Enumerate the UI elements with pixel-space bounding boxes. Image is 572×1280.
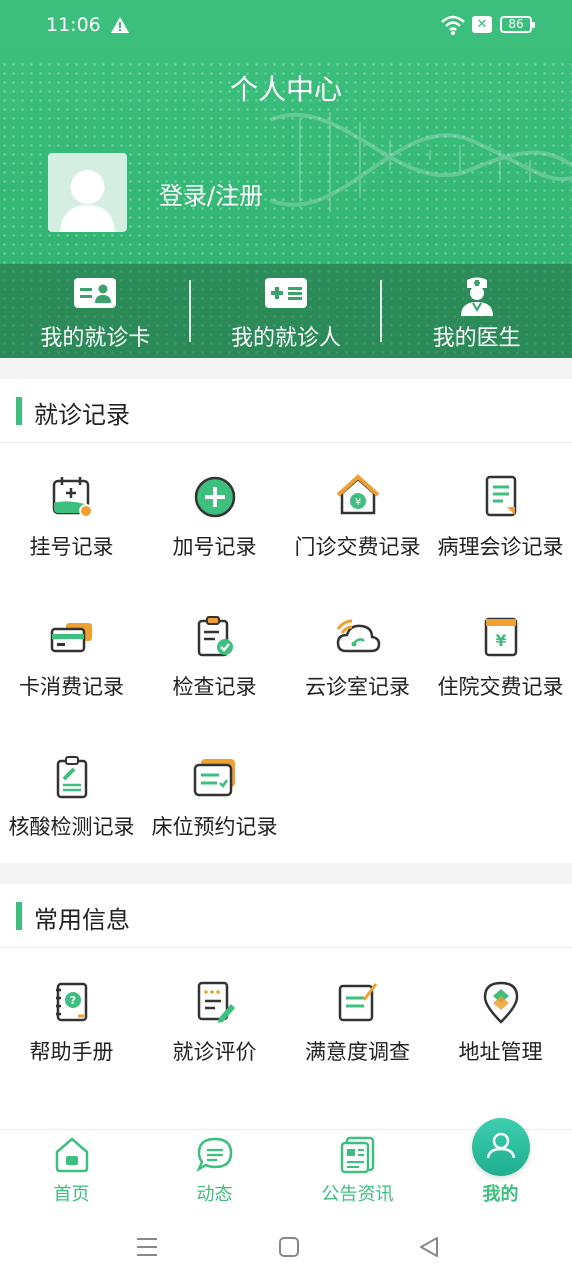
section-accent-bar: [16, 397, 22, 425]
bottom-tab-bar: 首页 动态 公告资讯 我的: [0, 1118, 572, 1219]
item-label: 门诊交费记录: [294, 535, 421, 559]
satisfaction-survey-item[interactable]: 满意度调查: [286, 948, 429, 1088]
inpatient-payment-records-item[interactable]: ¥ 住院交费记录: [429, 583, 572, 723]
quick-action-label: 我的就诊人: [231, 326, 342, 351]
bed-booking-icon: [193, 759, 235, 797]
item-label: 帮助手册: [29, 1040, 114, 1064]
my-doctor-button[interactable]: 我的医生: [381, 264, 572, 358]
location-pin-icon: [483, 981, 518, 1024]
outpatient-payment-icon: ¥: [336, 474, 379, 515]
svg-text:?: ?: [69, 994, 75, 1007]
clipboard-check-icon: [197, 616, 233, 657]
quick-action-label: 我的医生: [432, 326, 521, 351]
item-label: 满意度调查: [305, 1040, 410, 1064]
cloud-clinic-records-item[interactable]: 云诊室记录: [286, 583, 429, 723]
svg-text:¥: ¥: [354, 497, 360, 508]
item-label: 病理会诊记录: [437, 535, 564, 559]
quick-actions-bar: 我的就诊卡 我的就诊人 我的医生: [0, 264, 572, 358]
survey-icon: [338, 983, 377, 1022]
home-square-icon[interactable]: [276, 1234, 302, 1260]
home-icon: [55, 1137, 88, 1173]
default-avatar-icon: [60, 170, 115, 232]
card-consumption-records-item[interactable]: 卡消费记录: [0, 583, 143, 723]
battery-indicator: 86: [500, 16, 535, 33]
plus-circle-icon: [194, 476, 235, 518]
tab-feed[interactable]: 动态: [143, 1130, 286, 1219]
item-label: 核酸检测记录: [8, 815, 135, 839]
status-bar: 11:06 ✕ 86: [0, 0, 572, 52]
profile-header: 11:06 ✕ 86 个人中心 登录/注册 我的就诊卡 我的就诊人 我的医生: [0, 0, 572, 358]
review-edit-icon: [197, 981, 235, 1023]
help-book-icon: ?: [55, 982, 87, 1022]
bed-booking-records-item[interactable]: 床位预约记录: [143, 723, 286, 863]
item-label: 挂号记录: [29, 535, 114, 559]
tab-home[interactable]: 首页: [0, 1130, 143, 1219]
address-management-item[interactable]: 地址管理: [429, 948, 572, 1088]
tab-label: 公告资讯: [321, 1184, 394, 1205]
tab-mine[interactable]: 我的: [429, 1118, 572, 1219]
item-label: 地址管理: [458, 1040, 543, 1064]
doctor-icon: [460, 277, 493, 316]
test-clipboard-icon: [56, 756, 87, 799]
page-title: 个人中心: [229, 73, 342, 106]
section-accent-bar: [16, 902, 22, 930]
section-title: 常用信息: [34, 906, 130, 934]
register-calendar-icon: [52, 477, 93, 518]
section-header: 就诊记录: [0, 379, 572, 443]
nucleic-acid-test-records-item[interactable]: 核酸检测记录: [0, 723, 143, 863]
chat-bubble-icon: [195, 1137, 232, 1172]
my-patients-button[interactable]: 我的就诊人: [191, 264, 382, 358]
item-label: 加号记录: [172, 535, 257, 559]
status-time: 11:06: [46, 14, 101, 36]
login-register-link[interactable]: 登录/注册: [159, 176, 263, 211]
help-manual-item[interactable]: ? 帮助手册: [0, 948, 143, 1088]
tab-label: 我的: [482, 1184, 519, 1205]
outpatient-payment-records-item[interactable]: ¥ 门诊交费记录: [286, 443, 429, 583]
section-title: 就诊记录: [34, 401, 130, 429]
pathology-consultation-records-item[interactable]: 病理会诊记录: [429, 443, 572, 583]
registration-records-item[interactable]: 挂号记录: [0, 443, 143, 583]
item-label: 卡消费记录: [19, 675, 124, 699]
examination-records-item[interactable]: 检查记录: [143, 583, 286, 723]
card-consumption-icon: [50, 623, 92, 653]
inpatient-payment-icon: ¥: [484, 617, 517, 657]
item-label: 就诊评价: [172, 1040, 257, 1064]
item-label: 床位预约记录: [151, 815, 278, 839]
news-icon: [340, 1136, 374, 1174]
wifi-icon: [441, 15, 465, 35]
svg-text:¥: ¥: [495, 631, 506, 650]
no-sim-icon: ✕: [472, 16, 492, 33]
common-info-section: 常用信息 ? 帮助手册 就诊评价 满意度调查 地址管理: [0, 884, 572, 1129]
patient-card-icon: [265, 278, 307, 308]
user-icon: [486, 1132, 515, 1159]
menu-icon[interactable]: [134, 1234, 160, 1260]
warning-icon: [111, 17, 129, 33]
divider: [380, 280, 382, 342]
visit-review-item[interactable]: 就诊评价: [143, 948, 286, 1088]
divider: [189, 280, 191, 342]
avatar[interactable]: [48, 153, 127, 232]
my-visit-card-button[interactable]: 我的就诊卡: [0, 264, 191, 358]
item-label: 检查记录: [172, 675, 257, 699]
tab-label: 首页: [53, 1184, 90, 1205]
tab-news[interactable]: 公告资讯: [286, 1130, 429, 1219]
tab-label: 动态: [196, 1184, 233, 1205]
section-header: 常用信息: [0, 884, 572, 948]
additional-number-records-item[interactable]: 加号记录: [143, 443, 286, 583]
pathology-document-icon: [485, 475, 516, 517]
back-triangle-icon[interactable]: [416, 1234, 442, 1260]
quick-action-label: 我的就诊卡: [40, 326, 151, 351]
system-navigation-bar: [0, 1219, 572, 1280]
visit-records-section: 就诊记录 挂号记录 加号记录 ¥ 门诊交费记录 病理会诊记录 卡消费记录 检查记…: [0, 379, 572, 863]
cloud-clinic-icon: [336, 619, 380, 653]
item-label: 住院交费记录: [437, 675, 564, 699]
id-card-icon: [74, 278, 117, 308]
active-tab-bubble: [471, 1118, 530, 1176]
item-label: 云诊室记录: [305, 675, 410, 699]
